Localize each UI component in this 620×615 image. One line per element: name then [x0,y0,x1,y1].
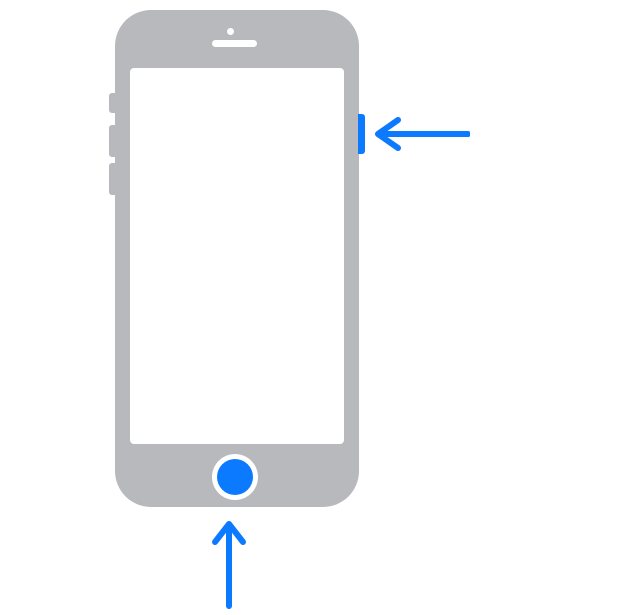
arrow-left-icon [370,116,470,156]
front-camera-icon [227,28,234,35]
arrow-up-icon [209,516,249,610]
iphone-button-diagram [0,0,620,615]
side-button-highlight [358,114,365,154]
earpiece-speaker-icon [212,40,257,47]
phone-screen [130,68,344,444]
home-button-highlight [217,459,253,495]
